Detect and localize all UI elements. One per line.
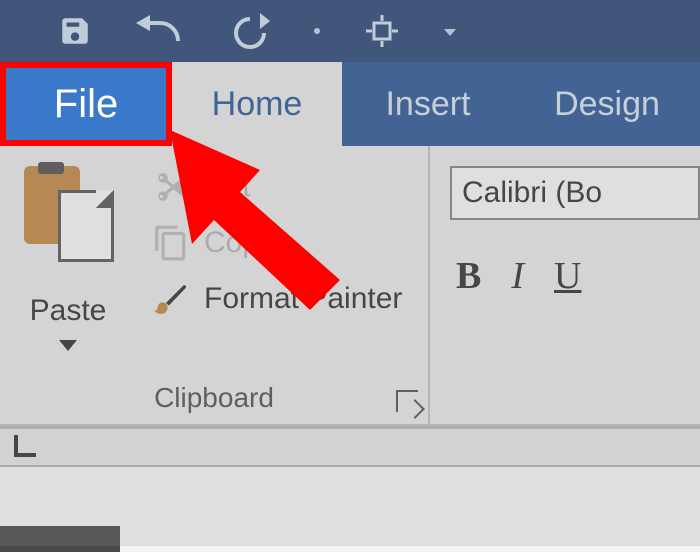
redo-icon[interactable] bbox=[230, 13, 270, 49]
save-icon[interactable] bbox=[58, 14, 92, 48]
group-clipboard: Paste Cut Copy Format Painter Clipboard bbox=[0, 146, 430, 424]
document-area[interactable] bbox=[0, 426, 700, 546]
vertical-ruler-margin bbox=[0, 526, 120, 552]
customize-qat-dropdown-icon[interactable] bbox=[444, 29, 456, 36]
tab-stop-indicator-icon[interactable] bbox=[14, 435, 36, 457]
copy-label: Copy bbox=[204, 226, 274, 260]
paintbrush-icon bbox=[150, 278, 192, 320]
clipboard-dialog-launcher-icon[interactable] bbox=[396, 390, 418, 412]
touch-mode-icon[interactable] bbox=[364, 13, 400, 49]
format-painter-label: Format Painter bbox=[204, 282, 402, 316]
tab-design[interactable]: Design bbox=[514, 62, 700, 146]
font-name-select[interactable]: Calibri (Bo bbox=[450, 166, 700, 220]
paste-label: Paste bbox=[20, 294, 116, 328]
italic-button[interactable]: I bbox=[511, 254, 524, 298]
ribbon-home: Paste Cut Copy Format Painter Clipboard … bbox=[0, 146, 700, 426]
tab-home[interactable]: Home bbox=[172, 62, 342, 146]
quick-access-toolbar bbox=[0, 0, 700, 62]
ribbon-tabs: File Home Insert Design bbox=[0, 62, 700, 146]
paste-button[interactable]: Paste bbox=[20, 166, 116, 351]
paste-icon bbox=[20, 166, 116, 286]
tab-file[interactable]: File bbox=[0, 62, 172, 146]
clipboard-group-label: Clipboard bbox=[0, 382, 428, 414]
bold-button[interactable]: B bbox=[456, 254, 481, 298]
tab-insert[interactable]: Insert bbox=[342, 62, 514, 146]
undo-icon[interactable] bbox=[136, 15, 186, 47]
format-painter-button[interactable]: Format Painter bbox=[150, 278, 402, 320]
paste-dropdown-arrow-icon[interactable] bbox=[59, 340, 77, 351]
copy-button[interactable]: Copy bbox=[150, 222, 274, 264]
horizontal-ruler[interactable] bbox=[0, 429, 700, 467]
scissors-icon bbox=[150, 166, 192, 208]
copy-icon bbox=[150, 222, 192, 264]
separator-dot-icon bbox=[314, 28, 320, 34]
group-font: Calibri (Bo B I U bbox=[430, 146, 700, 424]
cut-button[interactable]: Cut bbox=[150, 166, 251, 208]
cut-label: Cut bbox=[204, 170, 251, 204]
underline-button[interactable]: U bbox=[554, 254, 581, 298]
